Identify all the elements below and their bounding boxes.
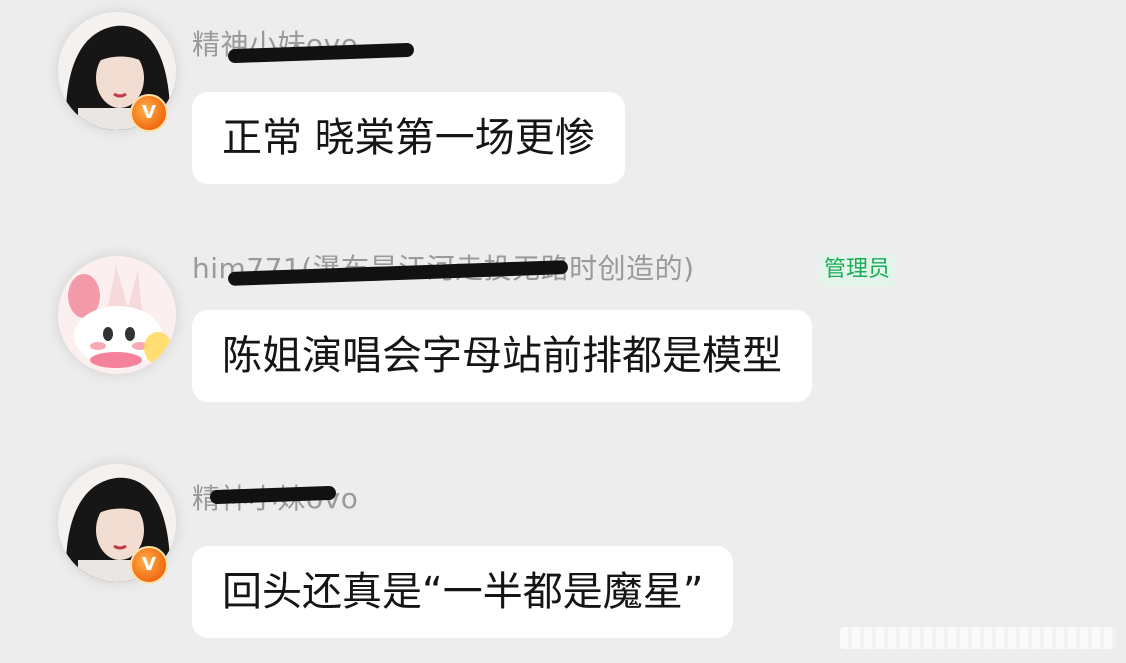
chat-thread: V 精神小妹ovo 正常 晓棠第一场更惨 him771(瀑布是江河走投无路时创造… [0, 0, 1126, 663]
level-badge-icon: V [130, 546, 168, 584]
admin-role-tag: 管理员 [818, 254, 897, 286]
message-bubble[interactable]: 回头还真是“一半都是魔星” [192, 546, 734, 638]
user-avatar[interactable] [58, 256, 176, 374]
watermark [840, 627, 1116, 649]
chat-message: him771(瀑布是江河走投无路时创造的) 管理员 陈姐演唱会字母站前排都是模型 [0, 200, 1126, 430]
message-bubble[interactable]: 正常 晓棠第一场更惨 [192, 92, 625, 184]
cartoon-rabbit-avatar [58, 256, 176, 374]
message-bubble[interactable]: 陈姐演唱会字母站前排都是模型 [192, 310, 812, 402]
chat-message: V 精神小妹ovo 正常 晓棠第一场更惨 [0, 0, 1126, 200]
level-badge-icon: V [130, 94, 168, 132]
